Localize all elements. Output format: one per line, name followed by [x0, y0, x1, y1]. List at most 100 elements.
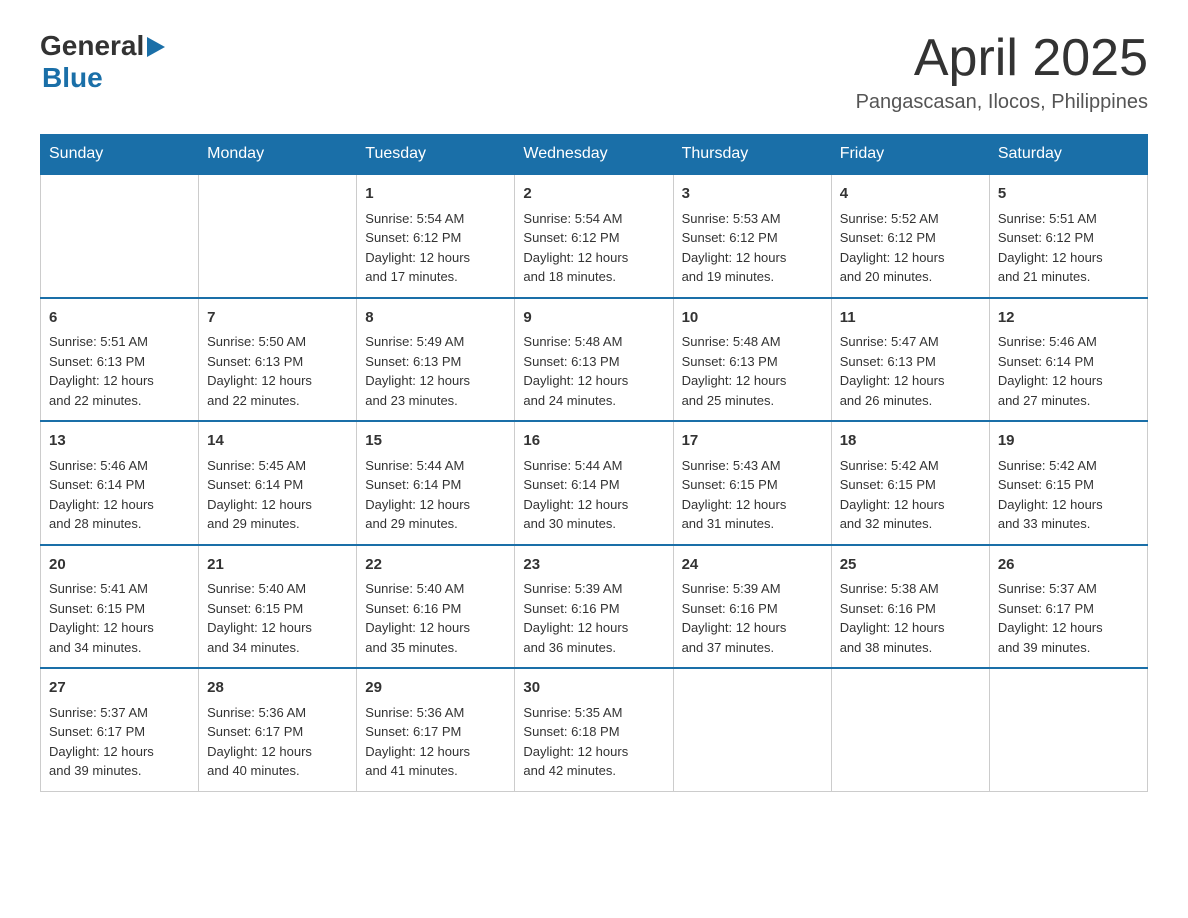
day-number: 3 — [682, 183, 823, 206]
day-number: 1 — [365, 183, 506, 206]
table-row: 26Sunrise: 5:37 AM Sunset: 6:17 PM Dayli… — [989, 545, 1147, 669]
day-info: Sunrise: 5:45 AM Sunset: 6:14 PM Dayligh… — [207, 456, 348, 534]
day-info: Sunrise: 5:37 AM Sunset: 6:17 PM Dayligh… — [998, 579, 1139, 657]
col-friday: Friday — [831, 135, 989, 175]
day-info: Sunrise: 5:47 AM Sunset: 6:13 PM Dayligh… — [840, 332, 981, 410]
calendar-week-row: 20Sunrise: 5:41 AM Sunset: 6:15 PM Dayli… — [41, 545, 1148, 669]
day-number: 29 — [365, 677, 506, 700]
day-number: 17 — [682, 430, 823, 453]
day-info: Sunrise: 5:40 AM Sunset: 6:16 PM Dayligh… — [365, 579, 506, 657]
table-row: 10Sunrise: 5:48 AM Sunset: 6:13 PM Dayli… — [673, 298, 831, 422]
day-info: Sunrise: 5:39 AM Sunset: 6:16 PM Dayligh… — [682, 579, 823, 657]
title-area: April 2025 Pangascasan, Ilocos, Philippi… — [856, 30, 1148, 114]
calendar-week-row: 1 Sunrise: 5:54 AM Sunset: 6:12 PM Daylig… — [41, 174, 1148, 298]
day-number: 26 — [998, 554, 1139, 577]
day-info: Sunrise: 5:51 AM Sunset: 6:13 PM Dayligh… — [49, 332, 190, 410]
logo-arrow-icon — [147, 37, 165, 62]
day-info: Sunrise: 5:48 AM Sunset: 6:13 PM Dayligh… — [682, 332, 823, 410]
table-row: 9Sunrise: 5:48 AM Sunset: 6:13 PM Daylig… — [515, 298, 673, 422]
day-number: 12 — [998, 307, 1139, 330]
col-sunday: Sunday — [41, 135, 199, 175]
day-info: Sunrise: 5:50 AM Sunset: 6:13 PM Dayligh… — [207, 332, 348, 410]
day-info: Sunrise: 5:37 AM Sunset: 6:17 PM Dayligh… — [49, 703, 190, 781]
table-row: 2 Sunrise: 5:54 AM Sunset: 6:12 PM Daylig… — [515, 174, 673, 298]
table-row: 12Sunrise: 5:46 AM Sunset: 6:14 PM Dayli… — [989, 298, 1147, 422]
table-row: 3 Sunrise: 5:53 AM Sunset: 6:12 PM Daylig… — [673, 174, 831, 298]
day-info: Sunrise: 5:42 AM Sunset: 6:15 PM Dayligh… — [998, 456, 1139, 534]
table-row: 21Sunrise: 5:40 AM Sunset: 6:15 PM Dayli… — [199, 545, 357, 669]
day-number: 15 — [365, 430, 506, 453]
col-wednesday: Wednesday — [515, 135, 673, 175]
table-row: 6Sunrise: 5:51 AM Sunset: 6:13 PM Daylig… — [41, 298, 199, 422]
day-info: Sunrise: 5:51 AM Sunset: 6:12 PM Dayligh… — [998, 209, 1139, 287]
month-title: April 2025 — [856, 30, 1148, 87]
day-number: 25 — [840, 554, 981, 577]
day-number: 7 — [207, 307, 348, 330]
day-number: 2 — [523, 183, 664, 206]
day-number: 28 — [207, 677, 348, 700]
day-info: Sunrise: 5:36 AM Sunset: 6:17 PM Dayligh… — [365, 703, 506, 781]
day-info: Sunrise: 5:38 AM Sunset: 6:16 PM Dayligh… — [840, 579, 981, 657]
day-info: Sunrise: 5:49 AM Sunset: 6:13 PM Dayligh… — [365, 332, 506, 410]
table-row: 7Sunrise: 5:50 AM Sunset: 6:13 PM Daylig… — [199, 298, 357, 422]
day-number: 5 — [998, 183, 1139, 206]
col-thursday: Thursday — [673, 135, 831, 175]
table-row — [989, 668, 1147, 791]
table-row — [41, 174, 199, 298]
logo: General Blue — [40, 30, 165, 94]
table-row: 14 Sunrise: 5:45 AM Sunset: 6:14 PM Dayli… — [199, 421, 357, 545]
day-number: 22 — [365, 554, 506, 577]
table-row: 16 Sunrise: 5:44 AM Sunset: 6:14 PM Dayli… — [515, 421, 673, 545]
table-row: 27 Sunrise: 5:37 AM Sunset: 6:17 PM Dayli… — [41, 668, 199, 791]
location-title: Pangascasan, Ilocos, Philippines — [856, 91, 1148, 114]
calendar-table: Sunday Monday Tuesday Wednesday Thursday… — [40, 134, 1148, 792]
table-row: 17 Sunrise: 5:43 AM Sunset: 6:15 PM Dayli… — [673, 421, 831, 545]
day-number: 18 — [840, 430, 981, 453]
day-info: Sunrise: 5:53 AM Sunset: 6:12 PM Dayligh… — [682, 209, 823, 287]
table-row: 18 Sunrise: 5:42 AM Sunset: 6:15 PM Dayli… — [831, 421, 989, 545]
day-number: 23 — [523, 554, 664, 577]
day-info: Sunrise: 5:46 AM Sunset: 6:14 PM Dayligh… — [49, 456, 190, 534]
day-number: 9 — [523, 307, 664, 330]
table-row: 8Sunrise: 5:49 AM Sunset: 6:13 PM Daylig… — [357, 298, 515, 422]
day-info: Sunrise: 5:43 AM Sunset: 6:15 PM Dayligh… — [682, 456, 823, 534]
day-number: 30 — [523, 677, 664, 700]
day-info: Sunrise: 5:35 AM Sunset: 6:18 PM Dayligh… — [523, 703, 664, 781]
day-info: Sunrise: 5:36 AM Sunset: 6:17 PM Dayligh… — [207, 703, 348, 781]
table-row: 25Sunrise: 5:38 AM Sunset: 6:16 PM Dayli… — [831, 545, 989, 669]
day-number: 16 — [523, 430, 664, 453]
table-row: 19Sunrise: 5:42 AM Sunset: 6:15 PM Dayli… — [989, 421, 1147, 545]
table-row: 15 Sunrise: 5:44 AM Sunset: 6:14 PM Dayli… — [357, 421, 515, 545]
day-info: Sunrise: 5:39 AM Sunset: 6:16 PM Dayligh… — [523, 579, 664, 657]
day-info: Sunrise: 5:44 AM Sunset: 6:14 PM Dayligh… — [365, 456, 506, 534]
table-row: 23Sunrise: 5:39 AM Sunset: 6:16 PM Dayli… — [515, 545, 673, 669]
table-row — [831, 668, 989, 791]
table-row: 24Sunrise: 5:39 AM Sunset: 6:16 PM Dayli… — [673, 545, 831, 669]
logo-blue-text: Blue — [40, 62, 103, 93]
day-number: 27 — [49, 677, 190, 700]
calendar-week-row: 13 Sunrise: 5:46 AM Sunset: 6:14 PM Dayli… — [41, 421, 1148, 545]
day-info: Sunrise: 5:54 AM Sunset: 6:12 PM Dayligh… — [523, 209, 664, 287]
table-row: 11Sunrise: 5:47 AM Sunset: 6:13 PM Dayli… — [831, 298, 989, 422]
table-row: 13 Sunrise: 5:46 AM Sunset: 6:14 PM Dayli… — [41, 421, 199, 545]
day-info: Sunrise: 5:42 AM Sunset: 6:15 PM Dayligh… — [840, 456, 981, 534]
table-row: 4Sunrise: 5:52 AM Sunset: 6:12 PM Daylig… — [831, 174, 989, 298]
page-header: General Blue April 2025 Pangascasan, Ilo… — [40, 30, 1148, 114]
day-info: Sunrise: 5:52 AM Sunset: 6:12 PM Dayligh… — [840, 209, 981, 287]
col-saturday: Saturday — [989, 135, 1147, 175]
day-number: 14 — [207, 430, 348, 453]
day-info: Sunrise: 5:48 AM Sunset: 6:13 PM Dayligh… — [523, 332, 664, 410]
day-info: Sunrise: 5:44 AM Sunset: 6:14 PM Dayligh… — [523, 456, 664, 534]
day-number: 20 — [49, 554, 190, 577]
col-tuesday: Tuesday — [357, 135, 515, 175]
table-row: 5 Sunrise: 5:51 AM Sunset: 6:12 PM Daylig… — [989, 174, 1147, 298]
day-number: 24 — [682, 554, 823, 577]
day-info: Sunrise: 5:46 AM Sunset: 6:14 PM Dayligh… — [998, 332, 1139, 410]
calendar-header-row: Sunday Monday Tuesday Wednesday Thursday… — [41, 135, 1148, 175]
day-number: 13 — [49, 430, 190, 453]
table-row: 1Sunrise: 5:54 AM Sunset: 6:12 PM Daylig… — [357, 174, 515, 298]
day-number: 6 — [49, 307, 190, 330]
table-row: 22Sunrise: 5:40 AM Sunset: 6:16 PM Dayli… — [357, 545, 515, 669]
table-row: 30 Sunrise: 5:35 AM Sunset: 6:18 PM Dayli… — [515, 668, 673, 791]
calendar-week-row: 27 Sunrise: 5:37 AM Sunset: 6:17 PM Dayli… — [41, 668, 1148, 791]
